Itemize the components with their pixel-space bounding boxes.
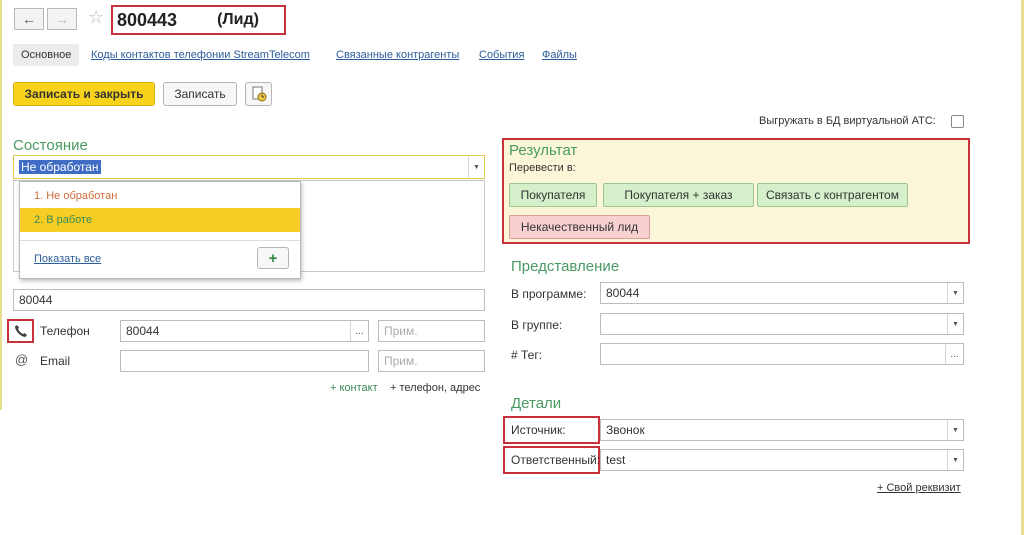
- bad-lead-button[interactable]: Некачественный лид: [509, 215, 650, 239]
- result-title: Результат: [509, 142, 578, 159]
- phone-icon-highlight: [7, 319, 34, 343]
- tab-events[interactable]: События: [479, 49, 524, 61]
- document-clock-icon: [252, 86, 266, 102]
- source-select[interactable]: Звонок ▼: [600, 419, 964, 441]
- export-checkbox[interactable]: [951, 115, 964, 128]
- add-state-button[interactable]: +: [257, 247, 289, 269]
- title-type: (Лид): [217, 11, 259, 28]
- tag-label: # Тег:: [511, 348, 543, 362]
- chevron-down-icon[interactable]: ▼: [947, 314, 963, 334]
- chevron-down-icon[interactable]: ▼: [947, 283, 963, 303]
- arrow-left-icon: ←: [22, 11, 36, 27]
- details-title: Детали: [511, 395, 562, 412]
- convert-to-customer-button[interactable]: Покупателя: [509, 183, 597, 207]
- at-icon: @: [15, 352, 29, 367]
- phone-note-field[interactable]: Прим.: [378, 320, 485, 342]
- source-label-box: Источник:: [503, 416, 600, 444]
- result-panel: Результат Перевести в: Покупателя Покупа…: [502, 138, 970, 244]
- back-button[interactable]: ←: [14, 8, 44, 30]
- group-select[interactable]: ▼: [600, 313, 964, 335]
- phone-icon[interactable]: [14, 324, 28, 338]
- phone-label: Телефон: [40, 324, 90, 338]
- add-own-attribute-link[interactable]: + Свой реквизит: [877, 482, 961, 494]
- chevron-down-icon[interactable]: ▼: [947, 420, 963, 440]
- email-note-field[interactable]: Прим.: [378, 350, 485, 372]
- program-select[interactable]: 80044 ▼: [600, 282, 964, 304]
- state-option-not-processed[interactable]: 1. Не обработан: [20, 184, 300, 208]
- title-number: 800443: [117, 9, 178, 30]
- program-label: В программе:: [511, 287, 587, 301]
- tab-related-counterparties[interactable]: Связанные контрагенты: [336, 49, 459, 61]
- add-phone-address-link[interactable]: + телефон, адрес: [390, 382, 480, 394]
- add-contact-link[interactable]: + контакт: [330, 382, 378, 394]
- state-select[interactable]: Не обработан ▼: [13, 155, 485, 179]
- save-and-close-button[interactable]: Записать и закрыть: [13, 82, 155, 106]
- window-title: 800443 (Лид): [111, 5, 286, 35]
- save-button[interactable]: Записать: [163, 82, 237, 106]
- report-button[interactable]: [245, 82, 272, 106]
- name-field[interactable]: 80044: [13, 289, 485, 311]
- group-label: В группе:: [511, 318, 563, 332]
- tab-files[interactable]: Файлы: [542, 49, 577, 61]
- favorite-star-icon[interactable]: ☆: [88, 7, 104, 28]
- tag-select-button[interactable]: ...: [945, 344, 963, 364]
- forward-button[interactable]: →: [47, 8, 77, 30]
- arrow-right-icon: →: [55, 11, 69, 27]
- email-field[interactable]: [120, 350, 369, 372]
- representation-title: Представление: [511, 258, 620, 275]
- chevron-down-icon[interactable]: ▼: [947, 450, 963, 470]
- chevron-down-icon[interactable]: ▼: [468, 156, 484, 178]
- export-label: Выгружать в БД виртуальной АТС:: [759, 115, 936, 127]
- show-all-link[interactable]: Показать все: [34, 253, 101, 265]
- responsible-label: Ответственный:: [511, 453, 601, 467]
- tab-telephony-codes[interactable]: Коды контактов телефонии StreamTelecom: [91, 49, 310, 61]
- convert-to-customer-order-button[interactable]: Покупателя + заказ: [603, 183, 754, 207]
- state-dropdown-list: 1. Не обработан 2. В работе Показать все…: [19, 181, 301, 279]
- state-section-title: Состояние: [13, 137, 88, 154]
- tab-main[interactable]: Основное: [13, 44, 80, 66]
- tag-field[interactable]: ...: [600, 343, 964, 365]
- source-label: Источник:: [511, 423, 566, 437]
- phone-select-button[interactable]: ...: [350, 321, 368, 341]
- responsible-select[interactable]: test ▼: [600, 449, 964, 471]
- email-label: Email: [40, 354, 71, 368]
- phone-field[interactable]: 80044 ...: [120, 320, 369, 342]
- state-option-in-progress[interactable]: 2. В работе: [20, 208, 300, 232]
- transfer-label: Перевести в:: [509, 162, 576, 174]
- window-frame-left: [0, 0, 2, 410]
- state-selected-value: Не обработан: [19, 160, 101, 174]
- link-counterparty-button[interactable]: Связать с контрагентом: [757, 183, 908, 207]
- responsible-label-box: Ответственный:: [503, 446, 600, 474]
